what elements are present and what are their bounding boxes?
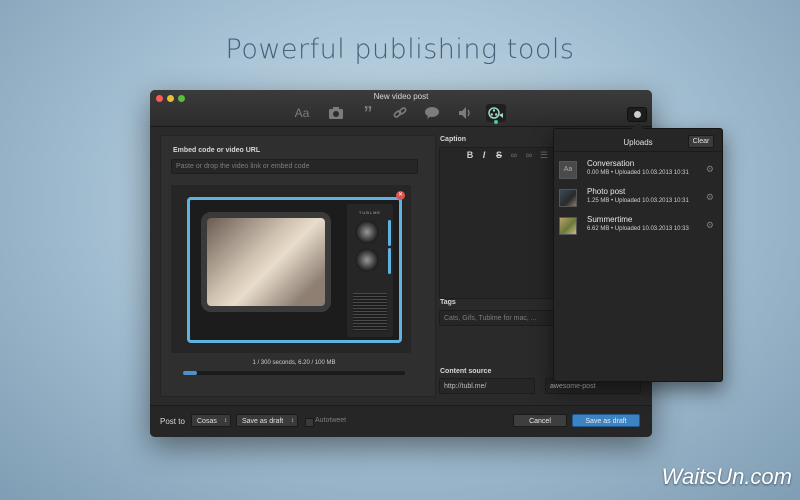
tags-label: Tags <box>440 299 456 306</box>
upload-progress-text: 1 / 300 seconds, 6.20 / 100 MB <box>252 360 336 366</box>
video-icon[interactable] <box>486 104 506 124</box>
tv-brand: TUBLME <box>358 210 382 215</box>
bottom-bar: Post to Cosas ↕ Save as draft ↕ Autotweet … <box>150 405 652 437</box>
text-post-thumb-icon: Aa <box>559 161 577 179</box>
content-source-input[interactable]: http://tubl.me/ <box>439 378 535 394</box>
caption-editor[interactable]: B I S ∞ ∞ ☰ <box>439 147 557 299</box>
remove-video-button[interactable]: ✕ <box>396 191 405 200</box>
post-state-select[interactable]: Save as draft ↕ <box>236 414 298 427</box>
clear-uploads-button[interactable]: Clear <box>688 135 714 148</box>
upload-name: Conversation <box>587 159 635 168</box>
window-title: New video post <box>373 92 429 101</box>
text-icon[interactable]: Aa <box>292 104 312 122</box>
gear-icon[interactable]: ⚙ <box>706 192 714 203</box>
video-frame <box>201 212 331 312</box>
audio-icon[interactable] <box>455 104 475 122</box>
quote-icon-glyph: ” <box>363 102 373 123</box>
bold-button[interactable]: B <box>464 150 476 160</box>
uploads-toggle-button[interactable] <box>627 107 647 122</box>
save-as-draft-button[interactable]: Save as draft <box>572 414 640 427</box>
camera-icon[interactable] <box>326 104 346 122</box>
select-arrows-icon: ↕ <box>224 418 227 424</box>
gear-icon[interactable]: ⚙ <box>706 220 714 231</box>
knob-icon <box>355 248 379 272</box>
upload-progress-fill <box>183 371 197 375</box>
post-state-value: Save as draft <box>242 418 284 425</box>
upload-meta: 0.00 MB • Uploaded 10.03.2013 10:31 <box>587 170 689 176</box>
upload-name: Summertime <box>587 215 633 224</box>
text-icon-label: Aa <box>294 106 310 120</box>
embed-input[interactable]: Paste or drop the video link or embed co… <box>171 159 418 174</box>
unlink-format-icon[interactable]: ∞ <box>523 150 535 160</box>
content-source-label: Content source <box>440 368 492 375</box>
watermark: WaitsUn.com <box>661 464 792 489</box>
autotweet-label: Autotweet <box>315 417 347 424</box>
caption-label: Caption <box>440 136 467 143</box>
tv-indicator <box>388 248 391 274</box>
upload-meta: 1.25 MB • Uploaded 10.03.2013 10:31 <box>587 198 689 204</box>
photo-thumbnail <box>559 189 577 207</box>
upload-item[interactable]: Aa Conversation 0.00 MB • Uploaded 10.03… <box>554 158 722 184</box>
select-arrows-icon: ↕ <box>291 418 294 424</box>
speaker-grille <box>353 293 387 331</box>
link-format-icon[interactable]: ∞ <box>508 150 520 160</box>
strike-button[interactable]: S <box>493 150 505 160</box>
upload-item[interactable]: Photo post 1.25 MB • Uploaded 10.03.2013… <box>554 186 722 212</box>
uploads-popover: Uploads Clear Aa Conversation 0.00 MB • … <box>553 123 723 382</box>
divider <box>554 151 722 152</box>
blog-select[interactable]: Cosas ↕ <box>191 414 231 427</box>
upload-item[interactable]: Summertime 6.62 MB • Uploaded 10.03.2013… <box>554 214 722 240</box>
chat-icon[interactable] <box>422 104 442 122</box>
embed-label: Embed code or video URL <box>173 147 261 154</box>
italic-button[interactable]: I <box>478 150 490 160</box>
tags-input[interactable]: Cats, Gifs, Tublme for mac, ... <box>439 310 555 326</box>
knob-icon <box>355 220 379 244</box>
upload-name: Photo post <box>587 187 626 196</box>
tv-control-panel: TUBLME <box>347 204 393 337</box>
audio-thumbnail <box>559 217 577 235</box>
gear-icon[interactable]: ⚙ <box>706 164 714 175</box>
titlebar: New video post Aa ” <box>150 90 652 127</box>
link-icon[interactable] <box>390 104 410 122</box>
upload-icon <box>633 111 641 118</box>
headline: Powerful publishing tools <box>225 34 575 65</box>
tv-indicator <box>388 220 391 246</box>
video-thumbnail: TUBLME <box>187 197 402 343</box>
upload-meta: 6.62 MB • Uploaded 10.03.2013 10:33 <box>587 226 689 232</box>
autotweet-checkbox[interactable] <box>305 418 314 427</box>
upload-progress-bar <box>183 371 405 375</box>
blog-select-value: Cosas <box>197 418 217 425</box>
post-to-label: Post to <box>160 417 185 426</box>
cancel-button[interactable]: Cancel <box>513 414 567 427</box>
list-format-icon[interactable]: ☰ <box>538 150 550 161</box>
quote-icon[interactable]: ” <box>358 102 378 123</box>
